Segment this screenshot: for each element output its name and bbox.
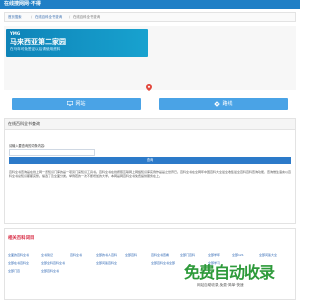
related-link[interactable]: 全部全科百科全书 — [41, 261, 65, 265]
related-link[interactable]: 全部门百 — [8, 269, 20, 273]
breadcrumb-item[interactable]: 在线百科全书查询 — [35, 15, 62, 20]
ad-subline: 在马年可免签证以后请使用资料 — [10, 47, 61, 51]
watermark: 免费自动收录 网站自助收录,免费·简单·快速 — [182, 262, 298, 290]
ad-brand: YMG — [10, 31, 21, 36]
related-link[interactable]: 百科全书查看 — [151, 253, 169, 257]
related-link[interactable]: 全部的书人百科 — [96, 253, 117, 257]
route-button[interactable]: 路线 — [159, 98, 288, 110]
query-panel: 在线百科全书查询 请输入要查询的词条内容： 查询 百科全书查询是在线上网一览知识… — [4, 118, 296, 224]
map-pin-icon — [146, 84, 152, 91]
top-bar: 在线搜网网·不得 — [0, 0, 300, 9]
watermark-subtitle: 网站自助收录,免费·简单·快速 — [197, 283, 244, 287]
related-link[interactable]: 全部问答百科全 — [96, 261, 117, 265]
query-input[interactable] — [9, 149, 95, 156]
website-button[interactable]: 网站 — [12, 98, 141, 110]
ad-headline: 马来西亚第二家园 — [10, 38, 66, 46]
query-description: 百科全书查询是在线上网一览知识门库的是一项另门来知识工具书。百科全书在线按照互联… — [9, 170, 292, 179]
related-link[interactable]: 全部121 — [232, 253, 244, 257]
monitor-icon — [67, 100, 74, 106]
ad-banner-area: YMG 马来西亚第二家园 在马年可免签证以后请使用资料 — [4, 26, 296, 90]
breadcrumb-item[interactable]: 首页搜索 — [8, 15, 22, 20]
query-submit-button[interactable]: 查询 — [9, 157, 291, 164]
query-label: 请输入要查询的词条内容： — [9, 144, 48, 148]
related-link[interactable]: 全部门百科 — [180, 253, 195, 257]
related-link[interactable]: 全部百科全书 — [41, 269, 59, 273]
website-button-label: 网站 — [75, 101, 86, 107]
breadcrumb-current: 在线百科全书查询 — [73, 15, 101, 19]
breadcrumb: 首页搜索 / 在线百科全书查询 / 在线百科全书查询 — [4, 12, 296, 22]
related-link[interactable]: 全面的百科全书 — [8, 253, 29, 257]
related-link[interactable]: 全部百科 — [125, 253, 137, 257]
related-link[interactable]: 全部在书百科全 — [8, 261, 29, 265]
related-link[interactable]: 全部学年 — [208, 253, 220, 257]
related-link[interactable]: 全部百科全书全部 — [151, 261, 175, 265]
query-panel-title: 在线百科全书查询 — [8, 121, 40, 126]
query-panel-header: 在线百科全书查询 — [5, 119, 295, 130]
watermark-title: 免费自动收录 — [184, 263, 275, 282]
breadcrumb-separator: / — [31, 15, 33, 19]
breadcrumb-separator: / — [69, 15, 71, 19]
related-link[interactable]: 百科全书 — [70, 253, 82, 257]
related-title: 相关百科词目 — [8, 236, 35, 241]
route-button-label: 路线 — [222, 101, 233, 107]
site-brand[interactable]: 在线搜网网·不得 — [4, 1, 41, 8]
ad-banner[interactable]: YMG 马来西亚第二家园 在马年可免签证以后请使用资料 — [6, 29, 148, 57]
related-link[interactable]: 全书简记 — [41, 253, 53, 257]
route-icon — [214, 100, 221, 107]
related-link[interactable]: 全部问答大全 — [259, 253, 277, 257]
